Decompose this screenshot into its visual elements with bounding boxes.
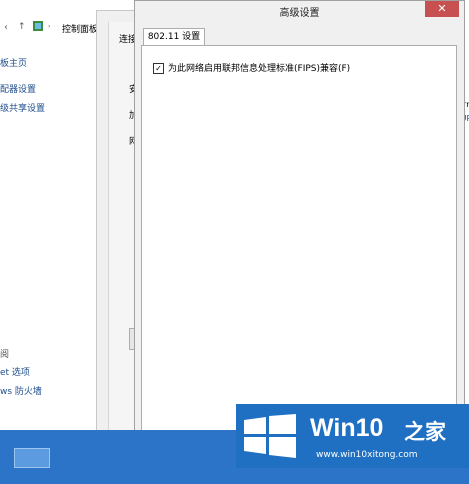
breadcrumb-chevron-icon: › <box>48 23 51 30</box>
windows-logo-icon <box>244 414 296 458</box>
watermark: Win10 之家 www.win10xitong.com <box>236 404 469 468</box>
sidebar-item-home[interactable]: 板主页 <box>0 56 27 69</box>
watermark-brand-suffix: 之家 <box>404 416 446 446</box>
tab-panel: ✓ 为此网络启用联邦信息处理标准(FIPS)兼容(F) <box>141 45 457 433</box>
sidebar-item-sharing[interactable]: 级共享设置 <box>0 101 45 114</box>
watermark-url: www.win10xitong.com <box>316 450 418 460</box>
control-panel-icon <box>32 20 44 32</box>
sidebar-item-firewall[interactable]: ws 防火墙 <box>0 384 42 397</box>
see-also-heading: 阅 <box>0 350 10 360</box>
back-icon[interactable]: ‹ <box>4 22 8 33</box>
close-icon[interactable]: ✕ <box>425 1 459 17</box>
up-arrow-icon[interactable]: ↑ <box>18 22 26 32</box>
sidebar-item-adapter[interactable]: 配器设置 <box>0 82 36 95</box>
fips-checkbox[interactable]: ✓ <box>153 63 164 74</box>
advanced-settings-dialog: 高级设置 ✕ 802.11 设置 ✓ 为此网络启用联邦信息处理标准(FIPS)兼… <box>134 0 465 444</box>
dialog-title: 高级设置 <box>279 8 320 19</box>
tab-80211-settings[interactable]: 802.11 设置 <box>143 28 205 46</box>
fips-checkbox-label[interactable]: 为此网络启用联邦信息处理标准(FIPS)兼容(F) <box>168 61 350 74</box>
taskbar-app-icon[interactable] <box>14 448 50 468</box>
sidebar-item-internet-options[interactable]: et 选项 <box>0 365 30 378</box>
breadcrumb[interactable]: 控制面板 <box>62 22 98 35</box>
watermark-brand: Win10 <box>310 414 384 442</box>
dialog-titlebar[interactable]: 高级设置 ✕ <box>135 1 464 23</box>
